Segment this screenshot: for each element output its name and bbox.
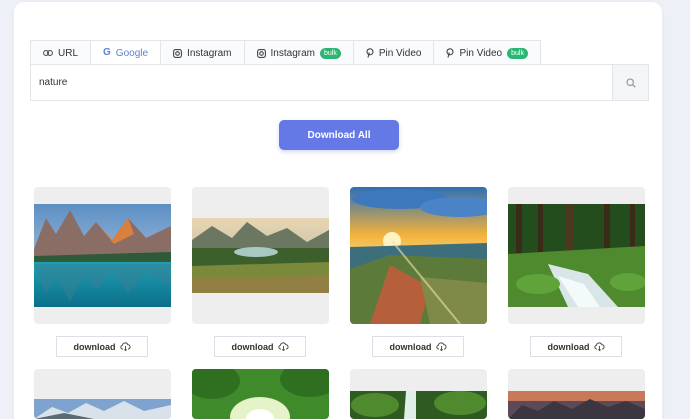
cloud-download-icon: [277, 342, 288, 351]
image-tile[interactable]: [350, 187, 487, 324]
search-icon: [625, 77, 636, 88]
link-icon: [43, 50, 53, 56]
tab-google-label: Google: [115, 47, 149, 59]
bulk-badge: bulk: [319, 47, 341, 59]
image-thumbnail: [192, 369, 329, 419]
download-button-label: download: [547, 341, 590, 352]
google-icon: G: [103, 47, 111, 58]
cloud-download-icon: [435, 342, 446, 351]
image-thumbnail: [508, 204, 645, 307]
download-button[interactable]: download: [372, 336, 464, 357]
download-button[interactable]: download: [530, 336, 622, 357]
image-tile[interactable]: [192, 369, 329, 419]
image-tile[interactable]: [34, 369, 171, 419]
image-thumbnail: [34, 399, 171, 419]
bulk-badge: bulk: [507, 47, 528, 59]
tab-instagram[interactable]: Instagram: [161, 40, 245, 65]
download-button-label: download: [231, 341, 274, 352]
image-thumbnail: [508, 391, 645, 419]
image-thumbnail: [350, 391, 487, 419]
search-button[interactable]: [612, 65, 648, 100]
tab-instagram-bulk[interactable]: Instagram bulk: [244, 40, 354, 65]
cloud-download-icon: [119, 342, 130, 351]
image-tile[interactable]: [192, 187, 329, 324]
download-all-button[interactable]: Download All: [279, 120, 399, 150]
image-thumbnail: [350, 187, 487, 324]
tab-pin-video-bulk-label: Pin Video: [459, 47, 503, 59]
tab-pin-video-bulk[interactable]: Pin Video bulk: [434, 40, 541, 65]
pinterest-icon: [366, 48, 374, 58]
instagram-icon: [173, 48, 182, 58]
image-tile[interactable]: [508, 187, 645, 324]
pinterest-icon: [446, 48, 455, 58]
download-button-label: download: [73, 341, 116, 352]
cloud-download-icon: [593, 342, 604, 351]
tab-google[interactable]: G Google: [91, 40, 162, 65]
tab-pin-video-label: Pin Video: [378, 47, 422, 59]
search-bar: [30, 64, 649, 101]
image-tile[interactable]: [508, 369, 645, 419]
download-button[interactable]: download: [214, 336, 306, 357]
download-button-label: download: [389, 341, 432, 352]
image-thumbnail: [192, 218, 329, 293]
image-tile[interactable]: [350, 369, 487, 419]
tab-instagram-bulk-label: Instagram: [270, 47, 315, 59]
download-button[interactable]: download: [56, 336, 148, 357]
tab-pin-video[interactable]: Pin Video: [353, 40, 435, 65]
tab-instagram-label: Instagram: [187, 47, 232, 59]
instagram-icon: [256, 48, 266, 58]
image-thumbnail: [34, 204, 171, 307]
image-tile[interactable]: [34, 187, 171, 324]
source-tabs: URL G Google Instagram Instagram bulk Pi…: [30, 40, 541, 65]
tab-url[interactable]: URL: [30, 40, 92, 65]
tab-url-label: URL: [58, 47, 79, 59]
search-input[interactable]: [31, 65, 612, 100]
